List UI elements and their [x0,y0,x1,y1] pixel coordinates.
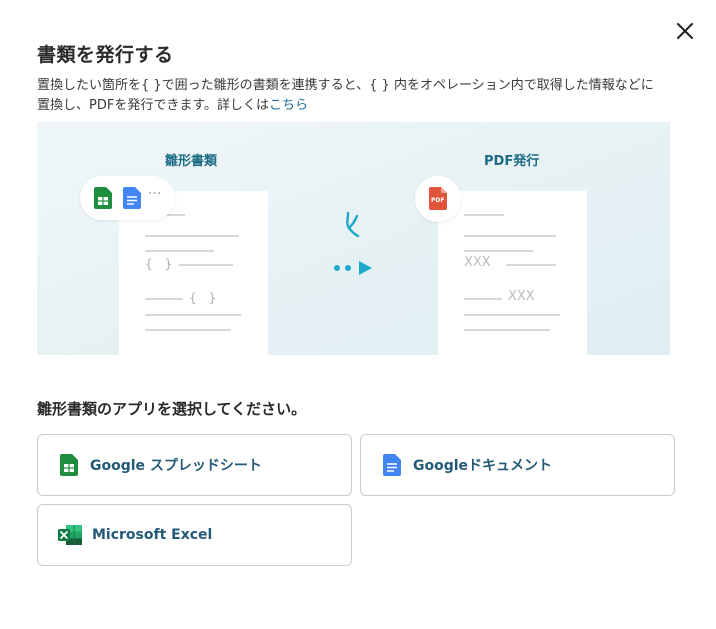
output-value: XXX [508,289,535,304]
pdf-chip: PDF [415,176,461,222]
pdf-issue-label: PDF発行 [484,154,540,169]
template-doc-label: 雛形書類 [165,154,218,169]
description-line-1: 置換したい箇所を{ }で囲った雛形の書類を連携すると、{ } 内をオペレーション… [37,78,654,93]
description-line-2: 置換し、PDFを発行できます。詳しくはこちら [37,96,677,116]
template-placeholder: { } [145,257,173,271]
google-docs-icon [123,187,141,209]
arrow-right-icon [334,261,372,275]
google-sheets-icon [60,454,78,476]
close-button[interactable] [672,18,698,44]
pdf-badge-text: PDF [431,197,445,204]
workflow-illustration: 雛形書類 PDF発行 { } { } ··· XXX XXX PDF [37,122,670,355]
template-placeholder: { } [189,291,217,305]
google-sheets-button[interactable]: Google スプレッドシート [37,434,352,496]
close-icon [677,23,693,39]
microsoft-excel-button[interactable]: Microsoft Excel [37,504,352,566]
microsoft-excel-label: Microsoft Excel [92,527,213,543]
app-select-label: 雛形書類のアプリを選択してください。 [37,400,307,418]
excel-icon [58,525,82,545]
description-text: 置換し、PDFを発行できます。詳しくは [37,98,270,113]
pdf-document: XXX XXX [438,191,587,355]
yoom-logo-icon [346,211,360,238]
dialog-title: 書類を発行する [37,44,174,66]
output-value: XXX [464,255,491,270]
issue-document-dialog: 書類を発行する 置換したい箇所を{ }で囲った雛形の書類を連携すると、{ } 内… [0,0,716,629]
google-docs-button[interactable]: Googleドキュメント [360,434,675,496]
google-docs-icon [383,454,401,476]
details-link[interactable]: こちら [269,98,308,113]
more-icon: ··· [148,186,162,202]
template-apps-chip: ··· [80,176,175,220]
google-docs-label: Googleドキュメント [413,458,553,474]
dialog-description: 置換したい箇所を{ }で囲った雛形の書類を連携すると、{ } 内をオペレーション… [37,76,677,116]
google-sheets-label: Google スプレッドシート [90,458,262,474]
google-sheets-icon [94,187,112,209]
